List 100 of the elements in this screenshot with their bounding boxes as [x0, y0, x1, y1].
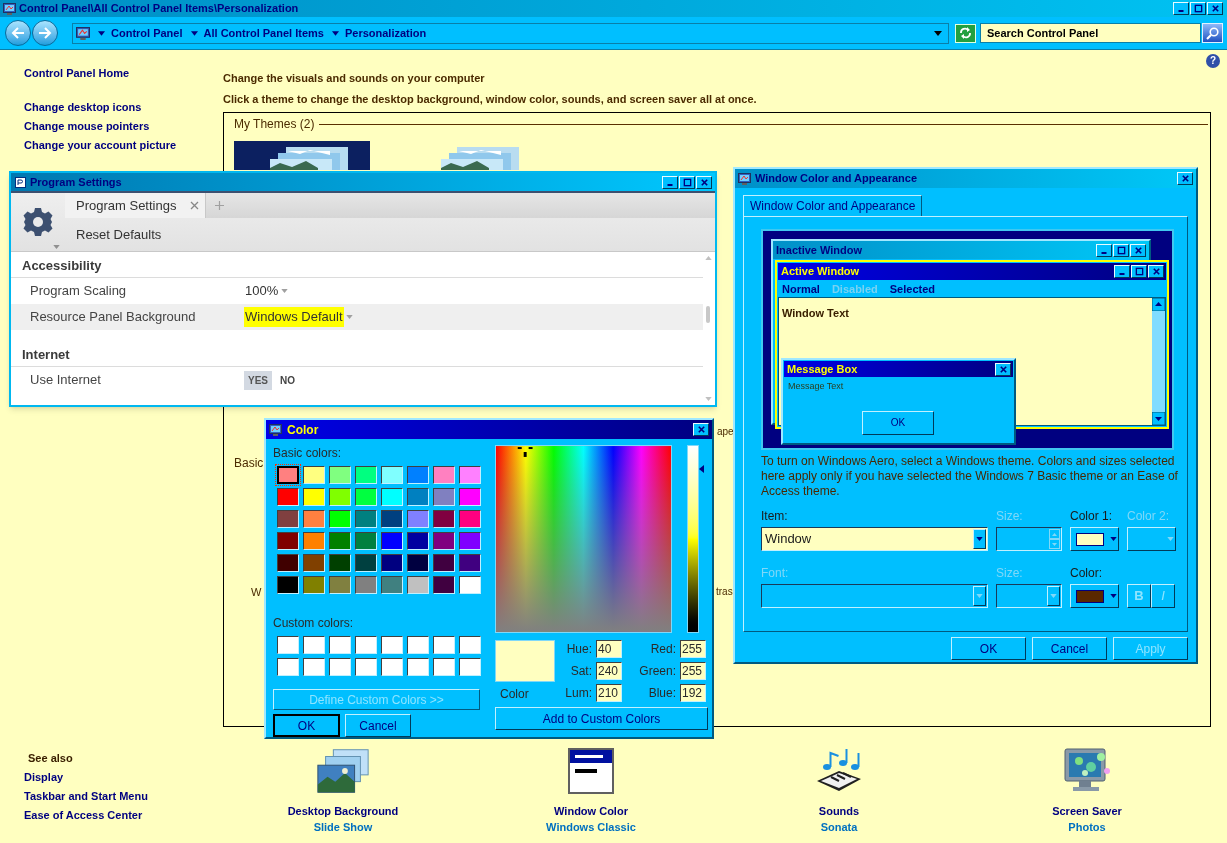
breadcrumb-link[interactable]: All Control Panel Items: [203, 24, 324, 42]
maximize-button[interactable]: [679, 175, 695, 189]
color-swatch[interactable]: [459, 510, 481, 528]
arrow-up-icon[interactable]: [1152, 298, 1165, 311]
color-swatch[interactable]: [303, 488, 325, 506]
color-swatch[interactable]: [303, 510, 325, 528]
color-swatch[interactable]: [433, 554, 455, 572]
color-swatch[interactable]: [329, 488, 351, 506]
color-swatch[interactable]: [433, 636, 455, 654]
dropdown-value[interactable]: Windows Default: [244, 307, 344, 327]
setting-value-link[interactable]: Photos: [1068, 820, 1106, 834]
color-swatch[interactable]: [329, 554, 351, 572]
setting-link[interactable]: Screen Saver: [1052, 804, 1122, 818]
menu-item[interactable]: Normal: [782, 280, 820, 298]
minimize-button[interactable]: [1173, 2, 1189, 15]
color-swatch[interactable]: [277, 554, 299, 572]
photos-icon[interactable]: [314, 747, 372, 795]
color-swatch[interactable]: [303, 466, 325, 484]
color-picker-button[interactable]: [1070, 584, 1119, 608]
minimize-button[interactable]: [1114, 265, 1130, 278]
color-swatch[interactable]: [329, 466, 351, 484]
color-swatch[interactable]: [381, 532, 403, 550]
color-swatch[interactable]: [277, 466, 299, 484]
number-field[interactable]: 255: [680, 662, 706, 680]
scrollbar[interactable]: [1152, 298, 1165, 425]
color-swatch[interactable]: [433, 488, 455, 506]
color-swatch[interactable]: [433, 466, 455, 484]
close-button[interactable]: [1177, 172, 1193, 185]
color-swatch[interactable]: [407, 532, 429, 550]
color-swatch[interactable]: [303, 576, 325, 594]
color-swatch[interactable]: [277, 658, 299, 676]
color-swatch[interactable]: [277, 532, 299, 550]
color-swatch[interactable]: [277, 576, 299, 594]
color-swatch[interactable]: [459, 532, 481, 550]
setting-link[interactable]: Window Color: [554, 804, 628, 818]
color-swatch[interactable]: [433, 532, 455, 550]
toggle-option[interactable]: YES: [244, 370, 272, 390]
luminance-slider[interactable]: [687, 445, 705, 633]
cancel-button[interactable]: Cancel: [345, 714, 411, 737]
color-swatch[interactable]: [355, 658, 377, 676]
dialog-button[interactable]: Cancel: [1032, 637, 1107, 660]
color-swatch[interactable]: [355, 488, 377, 506]
gear-icon[interactable]: [22, 206, 54, 238]
color-swatch[interactable]: [303, 636, 325, 654]
toggle-option[interactable]: NO: [276, 370, 299, 390]
color-swatch[interactable]: [303, 554, 325, 572]
color-swatch[interactable]: [303, 532, 325, 550]
color-swatch[interactable]: [277, 636, 299, 654]
color-swatch[interactable]: [459, 658, 481, 676]
ok-button[interactable]: OK: [273, 714, 340, 737]
color-swatch[interactable]: [355, 532, 377, 550]
maximize-button[interactable]: [1113, 243, 1129, 257]
color-swatch[interactable]: [355, 466, 377, 484]
close-button[interactable]: [995, 362, 1011, 376]
address-field[interactable]: Control Panel All Control Panel Items Personalization: [72, 22, 949, 44]
color-swatch[interactable]: [303, 658, 325, 676]
color-swatch[interactable]: [355, 576, 377, 594]
color-swatch[interactable]: [381, 658, 403, 676]
color-swatch[interactable]: [459, 488, 481, 506]
color-swatch[interactable]: [277, 510, 299, 528]
sidebar-link[interactable]: Change mouse pointers: [24, 117, 223, 136]
setting-value-link[interactable]: Windows Classic: [546, 820, 636, 834]
sidebar-link[interactable]: Change your account picture: [24, 136, 223, 155]
number-field[interactable]: 240: [596, 662, 622, 680]
caret-icon[interactable]: [190, 30, 198, 36]
color-swatch[interactable]: [433, 658, 455, 676]
number-field[interactable]: 255: [680, 640, 706, 658]
reset-button[interactable]: Reset Defaults: [76, 224, 162, 245]
color-swatch[interactable]: [459, 576, 481, 594]
number-field[interactable]: 192: [680, 684, 706, 702]
help-button[interactable]: ?: [1206, 54, 1220, 68]
minimize-button[interactable]: [1096, 243, 1112, 257]
caret-icon[interactable]: [98, 30, 105, 36]
color-swatch[interactable]: [277, 488, 299, 506]
color-swatch[interactable]: [459, 554, 481, 572]
sidebar-link[interactable]: Taskbar and Start Menu: [24, 787, 223, 806]
dropdown-field[interactable]: Window: [761, 527, 988, 551]
settings-row[interactable]: Resource Panel Background Windows Default: [11, 304, 703, 330]
color-swatch[interactable]: [381, 636, 403, 654]
color-swatch[interactable]: [355, 554, 377, 572]
color-swatch[interactable]: [407, 554, 429, 572]
color-swatch[interactable]: [433, 510, 455, 528]
maximize-button[interactable]: [1131, 265, 1147, 278]
number-field[interactable]: 40: [596, 640, 622, 658]
number-field[interactable]: 210: [596, 684, 622, 702]
maximize-button[interactable]: [1190, 2, 1206, 15]
sidebar-link[interactable]: Ease of Access Center: [24, 806, 223, 825]
caret-icon[interactable]: [976, 537, 983, 541]
tab[interactable]: Program Settings: [65, 193, 207, 218]
sidebar-link[interactable]: Change desktop icons: [24, 98, 223, 117]
color-swatch[interactable]: [381, 576, 403, 594]
ok-button[interactable]: OK: [862, 410, 934, 435]
color-swatch[interactable]: [329, 636, 351, 654]
close-button[interactable]: [693, 423, 709, 436]
color-swatch[interactable]: [407, 466, 429, 484]
color-swatch[interactable]: [329, 532, 351, 550]
color-swatch[interactable]: [381, 488, 403, 506]
color-swatch[interactable]: [433, 576, 455, 594]
color-swatch[interactable]: [407, 658, 429, 676]
arrow-down-icon[interactable]: [1152, 412, 1165, 425]
